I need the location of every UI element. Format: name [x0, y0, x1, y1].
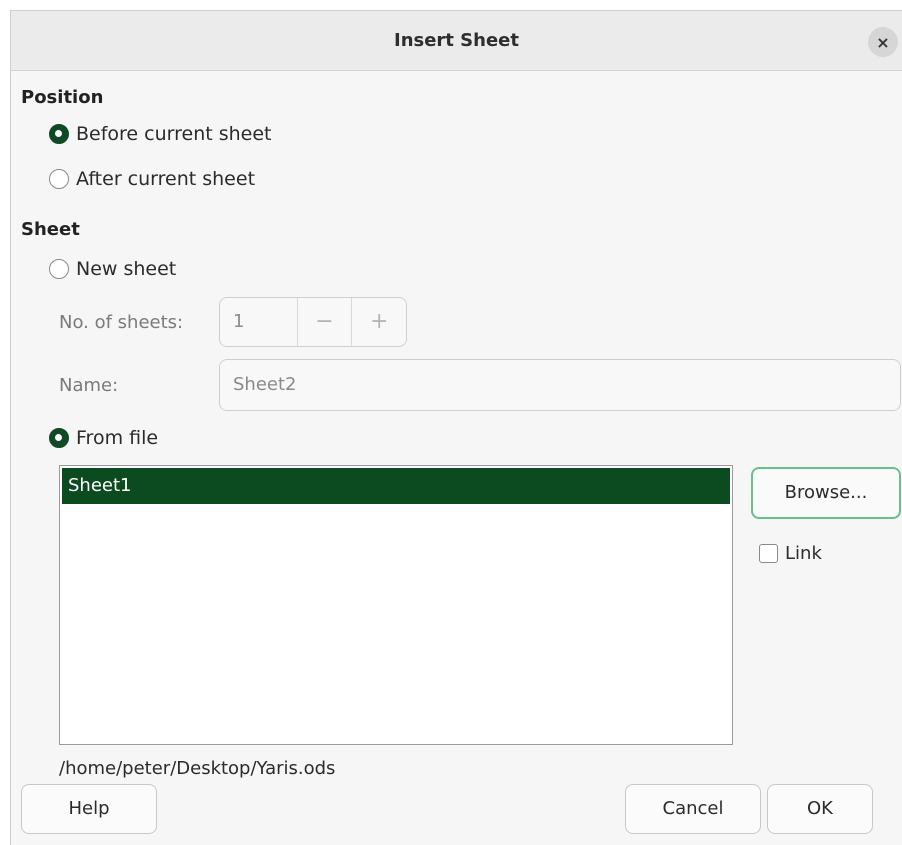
close-icon: × [876, 32, 890, 52]
num-sheets-value[interactable]: 1 [220, 298, 298, 346]
list-item[interactable]: Sheet1 [62, 468, 730, 504]
num-sheets-stepper[interactable]: 1 − + [219, 297, 407, 347]
radio-after-current-sheet[interactable]: After current sheet [49, 168, 255, 190]
ok-button[interactable]: OK [767, 784, 873, 834]
increment-button[interactable]: + [351, 298, 406, 346]
browse-button[interactable]: Browse... [751, 467, 901, 519]
link-checkbox[interactable]: Link [759, 543, 822, 564]
radio-checked-icon [49, 428, 69, 448]
radio-label: New sheet [76, 258, 177, 280]
radio-before-current-sheet[interactable]: Before current sheet [49, 123, 272, 145]
close-button[interactable]: × [868, 27, 898, 57]
checkbox-unchecked-icon [759, 544, 778, 563]
name-label: Name: [59, 375, 119, 396]
file-path: /home/peter/Desktop/Yaris.ods [59, 758, 336, 779]
insert-sheet-dialog: Insert Sheet × Position Before current s… [10, 10, 902, 845]
sheet-name-input[interactable]: Sheet2 [219, 359, 901, 411]
radio-from-file[interactable]: From file [49, 427, 158, 449]
radio-label: Before current sheet [76, 123, 272, 145]
decrement-button[interactable]: − [298, 298, 352, 346]
sheet-list[interactable]: Sheet1 [59, 465, 733, 745]
title-bar: Insert Sheet × [11, 11, 902, 71]
sheet-section-label: Sheet [21, 219, 80, 240]
help-button[interactable]: Help [21, 784, 157, 834]
num-sheets-label: No. of sheets: [59, 312, 184, 333]
cancel-button[interactable]: Cancel [625, 784, 761, 834]
link-label: Link [785, 543, 822, 564]
radio-new-sheet[interactable]: New sheet [49, 258, 176, 280]
radio-checked-icon [49, 124, 69, 144]
radio-unchecked-icon [49, 259, 69, 279]
radio-unchecked-icon [49, 169, 69, 189]
radio-label: After current sheet [76, 168, 256, 190]
radio-label: From file [76, 427, 159, 449]
dialog-title: Insert Sheet [394, 30, 519, 51]
position-section-label: Position [21, 87, 104, 108]
